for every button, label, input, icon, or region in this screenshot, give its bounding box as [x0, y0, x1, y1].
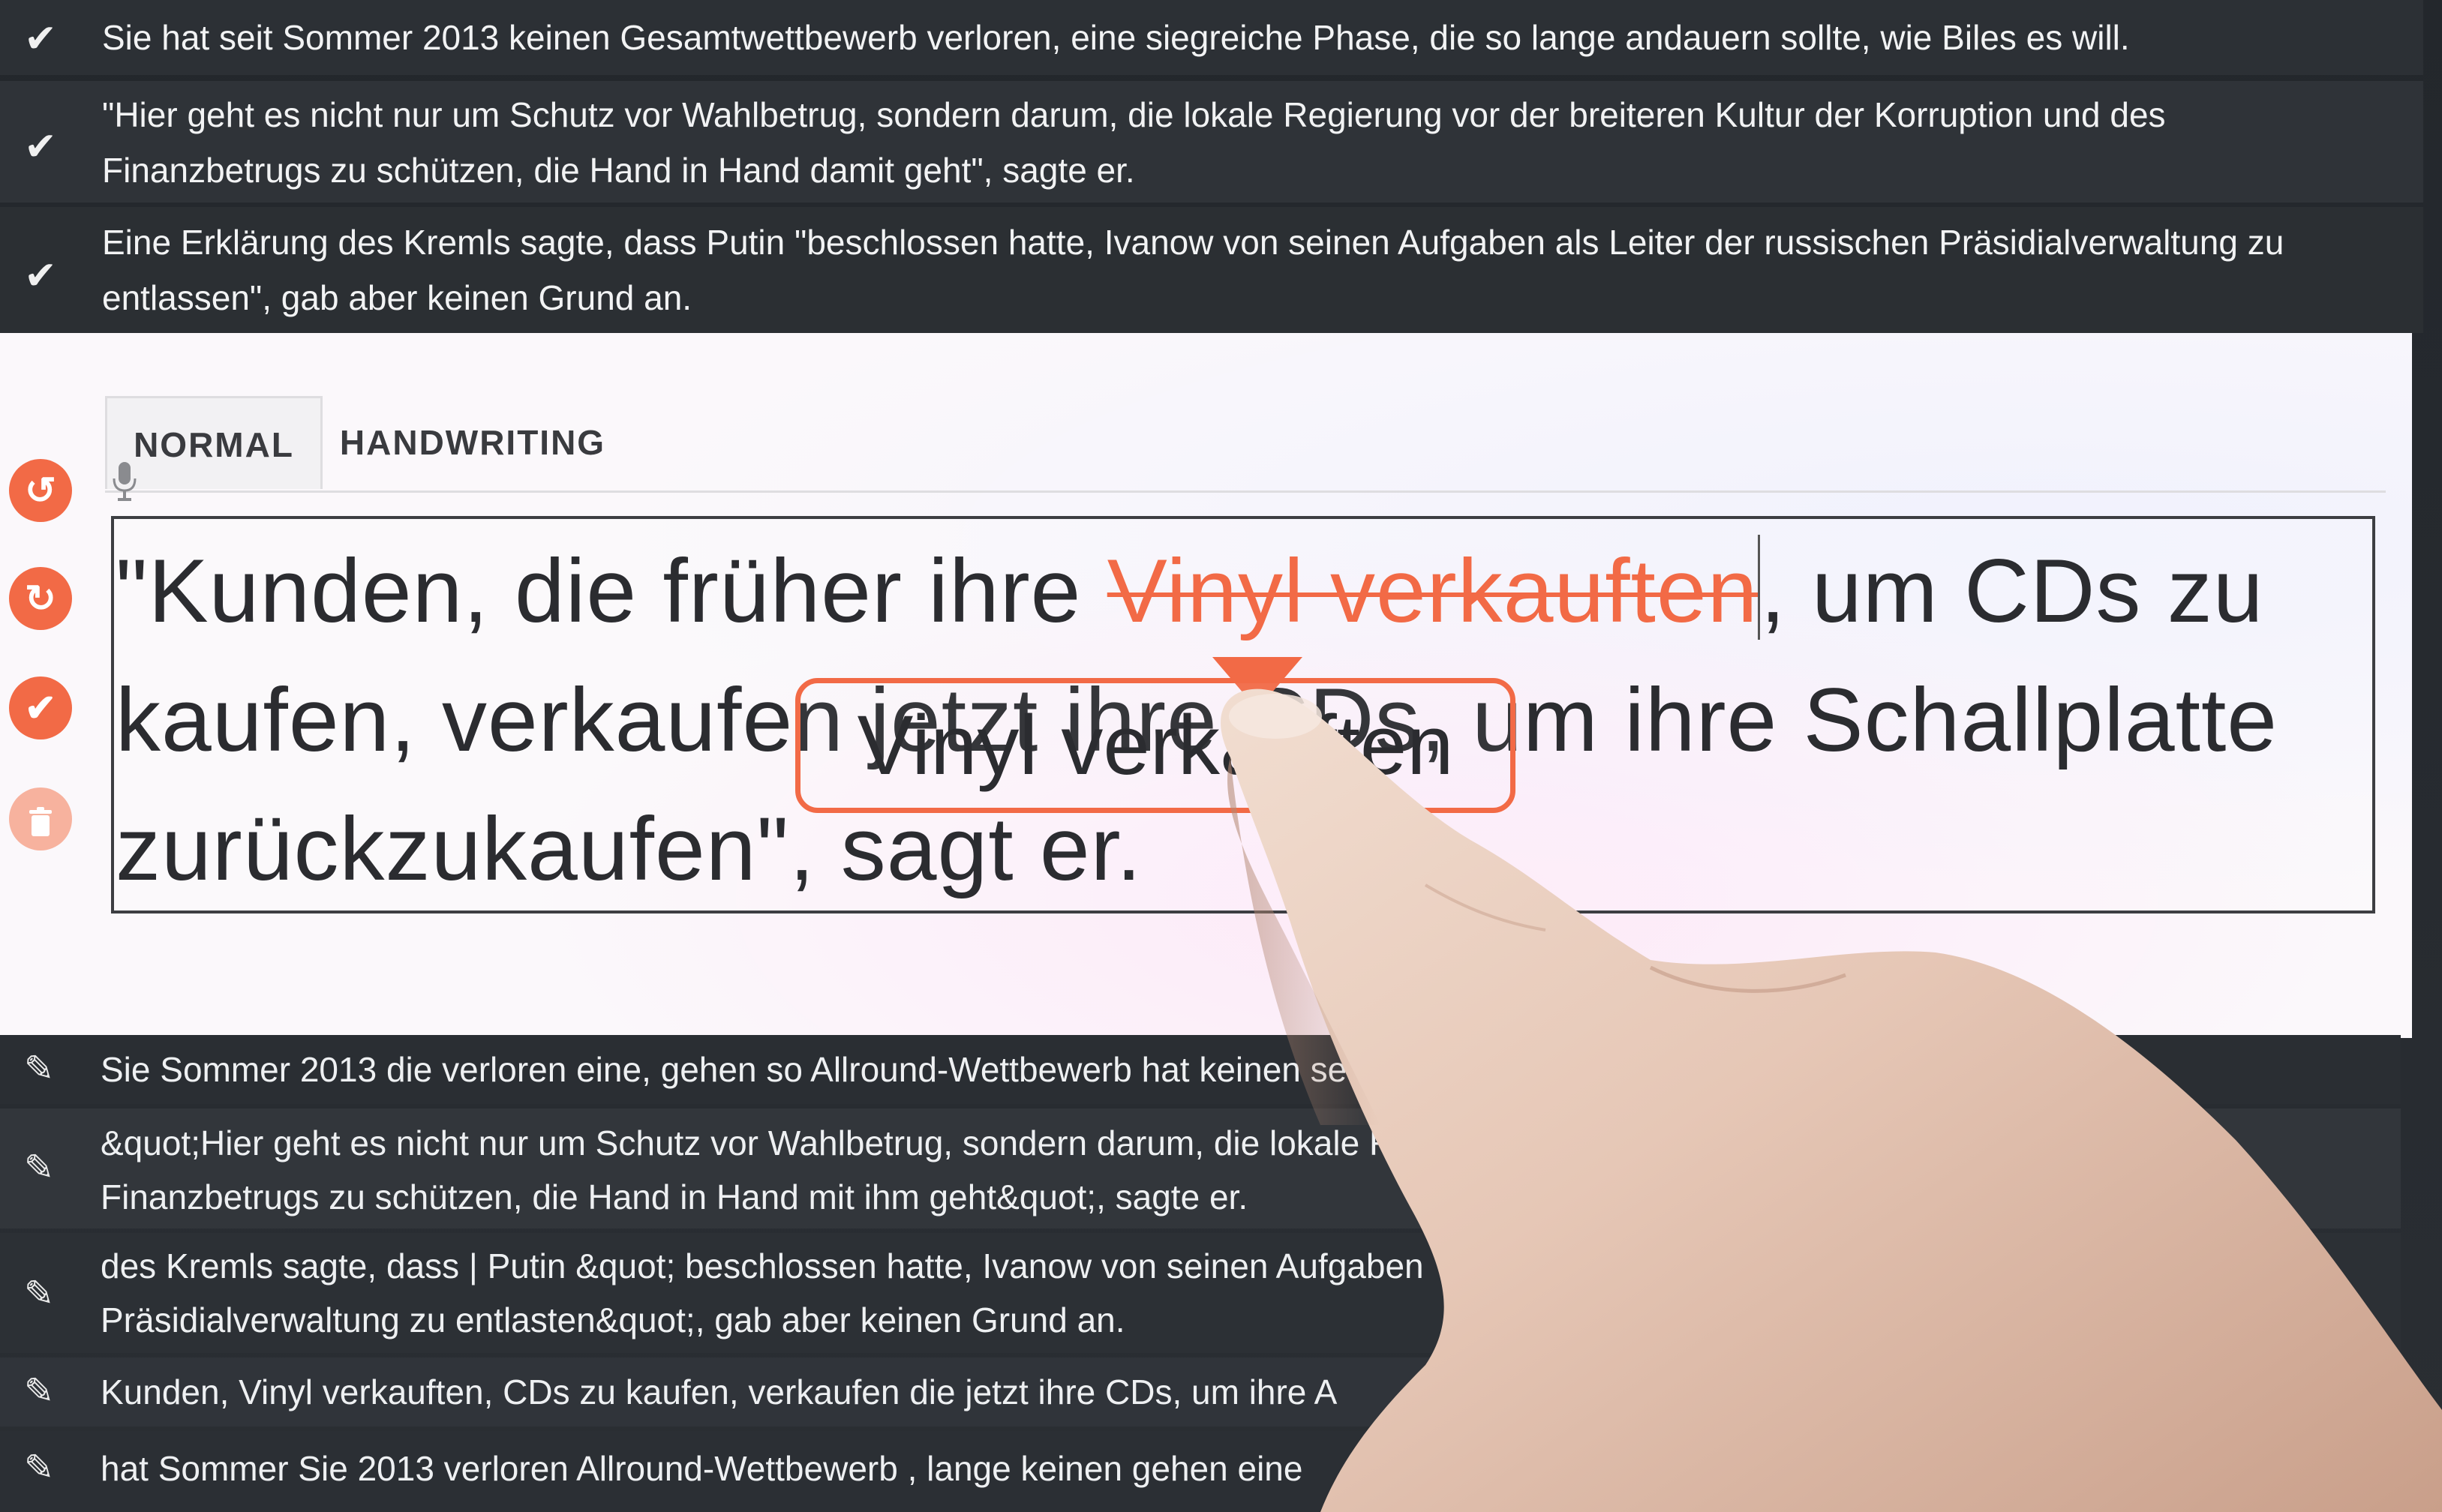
editor-text-before: "Kunden, die früher ihre: [116, 541, 1107, 641]
suggestion-text: des Kremls sagte, dass | Putin &quot; be…: [101, 1246, 1424, 1286]
suggestion-row[interactable]: ✎ hat Sommer Sie 2013 verloren Allround-…: [0, 1431, 2401, 1512]
confirmed-sentence-row[interactable]: ✔ Eine Erklärung des Kremls sagte, dass …: [0, 207, 2423, 333]
checkmark-icon: ✔: [24, 125, 57, 169]
checkmark-icon: ✔: [24, 254, 57, 298]
suggestion-row[interactable]: ✎ Kunden, Vinyl verkauften, CDs zu kaufe…: [0, 1358, 2401, 1426]
suggestion-row[interactable]: ✎ des Kremls sagte, dass | Putin &quot; …: [0, 1233, 2401, 1353]
undo-icon: ↺: [25, 470, 56, 512]
suggestion-text: hat Sommer Sie 2013 verloren Allround-We…: [101, 1449, 1303, 1488]
redo-button[interactable]: ↻: [9, 567, 72, 630]
struck-text[interactable]: Vinyl verkauften: [1107, 541, 1759, 641]
suggestion-row[interactable]: ✎ &quot;Hier geht es nicht nur um Schutz…: [0, 1108, 2401, 1228]
editor-panel: NORMAL HANDWRITING ↺ ↻ ✔ "Kunden, die fr…: [0, 333, 2412, 1038]
suggestion-text-line2: Präsidialverwaltung zu entlasten&quot;, …: [101, 1300, 1125, 1340]
suggestion-text: Sie Sommer 2013 die verloren eine, gehen…: [101, 1050, 1347, 1089]
screen: ✔ Sie hat seit Sommer 2013 keinen Gesamt…: [0, 0, 2442, 1512]
redo-icon: ↻: [25, 578, 56, 620]
input-mode-tabs: NORMAL HANDWRITING: [105, 363, 2386, 493]
suggestion-row[interactable]: ✎ Sie Sommer 2013 die verloren eine, geh…: [0, 1035, 2401, 1104]
pencil-icon: ✎: [23, 1148, 55, 1188]
restore-suggestion-popup[interactable]: Vinyl verkauften: [795, 678, 1515, 813]
sentence-text: Eine Erklärung des Kremls sagte, dass Pu…: [102, 223, 2284, 317]
microphone-icon[interactable]: [111, 460, 138, 502]
pencil-icon: ✎: [23, 1274, 55, 1314]
confirmed-sentence-row[interactable]: ✔ "Hier geht es nicht nur um Schutz vor …: [0, 81, 2423, 202]
suggestion-text: Kunden, Vinyl verkauften, CDs zu kaufen,…: [101, 1372, 1338, 1412]
sentence-text: Sie hat seit Sommer 2013 keinen Gesamtwe…: [102, 18, 2130, 57]
tab-handwriting[interactable]: HANDWRITING: [338, 396, 608, 489]
trash-icon: [29, 806, 52, 836]
checkmark-icon: ✔: [24, 17, 57, 61]
suggestion-text-line2: Finanzbetrugs zu schützen, die Hand in H…: [101, 1178, 1248, 1216]
suggestion-text: &quot;Hier geht es nicht nur um Schutz v…: [101, 1124, 1395, 1162]
pencil-icon: ✎: [23, 1049, 55, 1089]
sentence-text: "Hier geht es nicht nur um Schutz vor Wa…: [102, 95, 2166, 190]
delete-button[interactable]: [9, 788, 72, 850]
checkmark-icon: ✔: [25, 687, 56, 729]
confirmed-sentence-row[interactable]: ✔ Sie hat seit Sommer 2013 keinen Gesamt…: [0, 0, 2423, 75]
pencil-icon: ✎: [23, 1448, 55, 1488]
pencil-icon: ✎: [23, 1372, 55, 1412]
confirm-button[interactable]: ✔: [9, 676, 72, 740]
undo-button[interactable]: ↺: [9, 459, 72, 522]
